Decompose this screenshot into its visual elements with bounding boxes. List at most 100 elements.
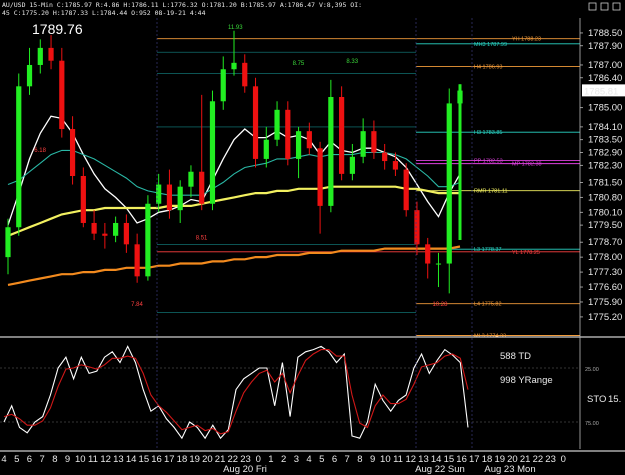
time-tick-label: 2 bbox=[281, 454, 286, 465]
candle-body bbox=[113, 222, 119, 236]
time-tick-label: 13 bbox=[113, 454, 124, 465]
candle-body bbox=[360, 131, 366, 157]
candle-body bbox=[123, 222, 129, 245]
candle-body bbox=[26, 64, 33, 87]
price-tick-label: 1780.10 bbox=[588, 207, 622, 218]
candle-body bbox=[209, 101, 216, 204]
time-tick-label: 17 bbox=[469, 454, 480, 465]
stoch-axis-value: 15. bbox=[608, 394, 621, 405]
candle-body bbox=[285, 109, 291, 159]
stoch-annotation: 588 TD bbox=[500, 351, 531, 362]
candle-body bbox=[59, 60, 65, 130]
candle-body bbox=[371, 131, 377, 153]
time-tick-label: 7 bbox=[345, 454, 350, 465]
price-tick-label: 1778.00 bbox=[588, 252, 622, 263]
last-price-label: 1785.81 bbox=[584, 86, 618, 97]
time-tick-label: 6 bbox=[332, 454, 337, 465]
level-label: H4 1786.93 bbox=[474, 64, 502, 70]
price-tick-label: 1784.10 bbox=[588, 122, 622, 133]
candle-body bbox=[414, 210, 420, 245]
candle-body bbox=[339, 97, 345, 174]
price-tick-label: 1787.00 bbox=[588, 60, 622, 71]
swing-label: 6.18 bbox=[34, 148, 46, 154]
level-label: H3 1783.85 bbox=[474, 130, 502, 136]
time-tick-label: 4 bbox=[1, 454, 6, 465]
price-tick-label: 1776.60 bbox=[588, 282, 622, 293]
date-label: Aug 22 Sun bbox=[415, 464, 465, 475]
time-tick-label: 16 bbox=[151, 454, 162, 465]
time-tick-label: 15 bbox=[139, 454, 150, 465]
time-tick-label: 20 bbox=[202, 454, 213, 465]
candle-body bbox=[177, 186, 183, 211]
candle-body bbox=[134, 244, 140, 277]
stoch-annotation: 998 YRange bbox=[500, 375, 553, 386]
header-line-1: AU/USD 15-Min C:1785.97 R:4.86 H:1786.11… bbox=[2, 1, 362, 9]
candle-body bbox=[263, 139, 269, 159]
current-price-large: 1789.76 bbox=[32, 21, 83, 37]
date-label: Aug 23 Mon bbox=[484, 464, 535, 475]
time-tick-label: 1 bbox=[268, 454, 273, 465]
candle-body bbox=[446, 103, 452, 264]
candle-body bbox=[435, 263, 442, 265]
candle-body bbox=[48, 47, 54, 61]
price-tick-label: 1777.30 bbox=[588, 267, 622, 278]
candle-body bbox=[69, 129, 76, 176]
stoch-tick-label: 75.00 bbox=[585, 421, 599, 427]
swing-label: 8.51 bbox=[196, 236, 208, 242]
price-tick-label: 1785.00 bbox=[588, 103, 622, 114]
price-tick-label: 1782.30 bbox=[588, 160, 622, 171]
swing-label: 8.75 bbox=[293, 61, 305, 67]
time-tick-label: 5 bbox=[319, 454, 324, 465]
candle-body bbox=[220, 69, 226, 102]
candle-body bbox=[91, 222, 97, 234]
chart-svg: YH 1788.23 MH3 1787.99 H4 1786.93 H3 1783.8… bbox=[0, 0, 625, 475]
price-tick-label: 1788.50 bbox=[588, 28, 622, 39]
time-tick-label: 4 bbox=[306, 454, 311, 465]
time-tick-label: 12 bbox=[100, 454, 111, 465]
level-label: RMR 1781.11 bbox=[474, 189, 508, 195]
candle-body bbox=[5, 227, 11, 258]
price-tick-label: 1786.40 bbox=[588, 73, 622, 84]
candle-body bbox=[349, 156, 355, 174]
stoch-tick-label: 25.00 bbox=[585, 367, 599, 373]
time-tick-label: 7 bbox=[39, 454, 44, 465]
time-tick-label: 23 bbox=[545, 454, 556, 465]
candle-body bbox=[295, 131, 302, 159]
candle-body bbox=[252, 86, 259, 159]
time-tick-label: 10 bbox=[380, 454, 391, 465]
level-label: L3 1778.37 bbox=[474, 247, 502, 253]
price-tick-label: 1775.90 bbox=[588, 297, 622, 308]
time-tick-label: 11 bbox=[393, 454, 403, 465]
swing-label: 7.84 bbox=[131, 302, 143, 308]
time-tick-label: 9 bbox=[370, 454, 375, 465]
candle-body bbox=[317, 148, 323, 206]
time-tick-label: 19 bbox=[189, 454, 200, 465]
price-tick-label: 1780.80 bbox=[588, 192, 622, 203]
candle-body bbox=[145, 203, 151, 277]
time-tick-label: 5 bbox=[14, 454, 19, 465]
candle-body bbox=[231, 62, 237, 70]
time-tick-label: 18 bbox=[177, 454, 188, 465]
candle-body bbox=[166, 184, 173, 211]
level-label: MP 1782.38 bbox=[512, 162, 542, 168]
time-tick-label: 3 bbox=[294, 454, 299, 465]
time-tick-label: 8 bbox=[357, 454, 362, 465]
candle-body bbox=[274, 109, 280, 140]
price-tick-label: 1782.90 bbox=[588, 148, 622, 159]
candle-body bbox=[102, 233, 108, 236]
level-label: L4 1775.82 bbox=[474, 302, 502, 308]
level-label: YH 1788.23 bbox=[512, 37, 541, 43]
candle-body bbox=[425, 244, 431, 264]
level-label: ML3 1774.33 bbox=[474, 333, 506, 339]
time-tick-label: 11 bbox=[88, 454, 98, 465]
candle-body bbox=[382, 152, 388, 162]
stoch-axis-label: STO bbox=[587, 394, 606, 405]
candle-body bbox=[80, 176, 86, 223]
swing-label: 11.93 bbox=[228, 25, 243, 31]
price-tick-label: 1781.50 bbox=[588, 177, 622, 188]
date-label: Aug 20 Fri bbox=[223, 464, 267, 475]
time-tick-label: 8 bbox=[52, 454, 57, 465]
candle-body bbox=[37, 47, 43, 65]
candle-body bbox=[16, 86, 22, 228]
price-tick-label: 1787.90 bbox=[588, 41, 622, 52]
